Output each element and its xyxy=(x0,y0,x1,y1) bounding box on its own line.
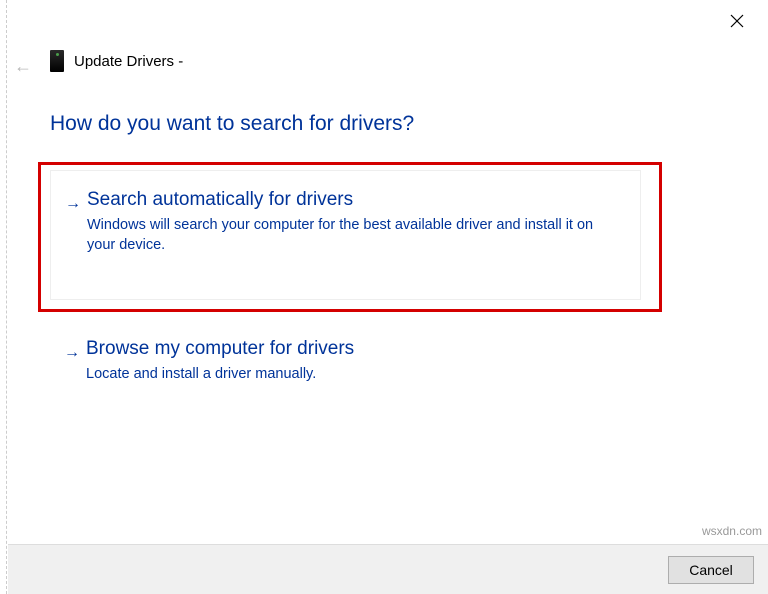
option-description: Locate and install a driver manually. xyxy=(86,364,621,384)
close-button[interactable] xyxy=(730,14,748,32)
device-icon xyxy=(50,50,64,72)
cancel-button[interactable]: Cancel xyxy=(668,556,754,584)
option-description: Windows will search your computer for th… xyxy=(87,215,620,256)
dialog-title: Update Drivers - xyxy=(74,53,183,70)
watermark: wsxdn.com xyxy=(702,524,762,538)
option-search-automatically[interactable]: → Search automatically for drivers Windo… xyxy=(50,170,641,300)
dialog-footer: Cancel xyxy=(8,544,768,594)
option-title: Browse my computer for drivers xyxy=(86,338,621,360)
option-browse-computer[interactable]: → Browse my computer for drivers Locate … xyxy=(50,320,641,394)
page-heading: How do you want to search for drivers? xyxy=(50,112,414,136)
dialog-header: Update Drivers - xyxy=(50,50,183,72)
window-left-edge xyxy=(6,0,7,594)
close-icon xyxy=(730,14,744,28)
option-title: Search automatically for drivers xyxy=(87,189,620,211)
back-arrow-icon[interactable]: ← xyxy=(14,56,32,77)
arrow-right-icon: → xyxy=(64,344,80,362)
arrow-right-icon: → xyxy=(65,195,81,213)
